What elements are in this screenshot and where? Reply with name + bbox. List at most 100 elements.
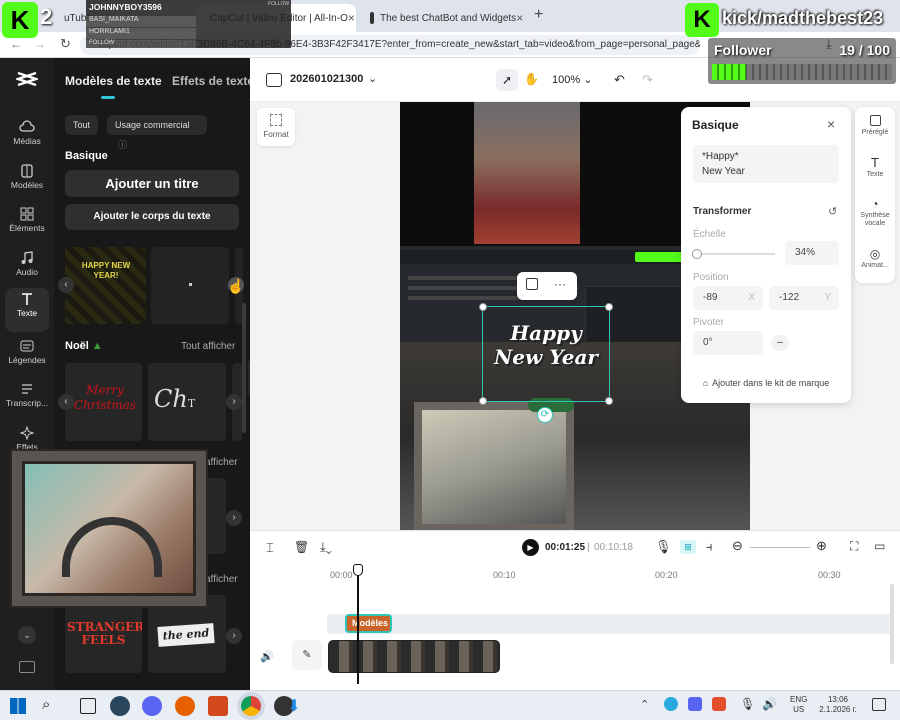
close-icon[interactable]: × [827, 116, 835, 132]
scroll-right-icon[interactable]: › [226, 510, 242, 526]
add-title-button[interactable]: Ajouter un titre [65, 170, 239, 197]
timeline-zoom-slider[interactable] [750, 547, 810, 548]
rotate-handle-icon[interactable]: ⟳ [537, 407, 553, 423]
chevron-down-icon[interactable]: ⌄ [368, 72, 377, 85]
tab-text-effects[interactable]: Effets de texte [172, 74, 254, 88]
cloud-save-icon[interactable] [266, 73, 282, 87]
template-thumb-merry-christmas[interactable]: Merry Christmas [65, 363, 142, 441]
filter-all-chip[interactable]: Tout [65, 115, 99, 135]
app-icon[interactable] [208, 696, 228, 716]
fullscreen-icon[interactable]: ⛶ [850, 539, 858, 554]
format-button[interactable]: Format [257, 108, 295, 146]
chrome-icon[interactable] [241, 696, 261, 716]
notification-icon[interactable] [872, 698, 886, 711]
task-view-icon[interactable] [80, 698, 96, 714]
template-thumb-the-end[interactable]: the end [148, 595, 226, 673]
track-volume-icon[interactable]: 🔊 [260, 650, 274, 663]
scroll-left-icon[interactable]: ‹ [58, 394, 74, 410]
scale-input[interactable]: 34% [785, 241, 839, 265]
close-tab-icon[interactable]: × [516, 11, 523, 25]
scroll-right-icon[interactable]: › [226, 628, 242, 644]
search-icon[interactable]: ⌕ [42, 696, 50, 713]
redo-icon[interactable]: ↷ [642, 72, 653, 88]
tray-microphone-icon[interactable]: 🎙 [740, 697, 755, 711]
rail-item-texte[interactable]: Texte [5, 288, 49, 332]
play-button[interactable]: ▶ [522, 539, 539, 556]
keyboard-icon[interactable] [19, 661, 35, 673]
side-tab-animation[interactable]: ◎ Animat... [855, 247, 895, 269]
template-thumb-script[interactable]: ChT [148, 363, 226, 441]
rotate-input[interactable]: 0° [693, 331, 763, 355]
reload-icon[interactable]: ↻ [60, 36, 71, 52]
zoom-in-icon[interactable]: ⊕ [816, 538, 827, 554]
tray-discord-icon[interactable] [688, 697, 702, 711]
language-indicator[interactable]: ENG US [790, 695, 807, 715]
hand-tool-icon[interactable]: ✋ [524, 72, 539, 86]
reset-icon[interactable]: ↺ [828, 205, 837, 218]
tray-overflow-icon[interactable]: ⌃ [640, 698, 649, 711]
template-thumb-stranger[interactable]: STRANGER FEELS [65, 595, 142, 673]
tray-app-icon[interactable] [664, 697, 678, 711]
text-selection-box[interactable]: Happy New Year [479, 303, 613, 405]
scale-slider-knob[interactable] [692, 249, 702, 259]
tab-text-templates[interactable]: Modèles de texte [65, 74, 162, 88]
tray-volume-icon[interactable]: 🔊 [762, 697, 777, 711]
pointer-tool-icon[interactable]: ➚ [496, 69, 518, 91]
text-clip[interactable]: Modèles [345, 614, 392, 633]
discord-icon[interactable] [142, 696, 162, 716]
windows-start-icon[interactable] [10, 698, 26, 714]
scroll-right-icon[interactable]: › [226, 394, 242, 410]
preview-monitor-icon[interactable]: ▭ [874, 539, 885, 553]
tab-chatbot[interactable]: The best ChatBot and Widgets × [362, 4, 528, 32]
download-menu-icon[interactable]: ⤓⌄ [320, 539, 332, 555]
split-scene-icon[interactable]: ⫞ [706, 539, 713, 555]
magnet-snap-icon[interactable]: ⊞ [680, 540, 696, 554]
position-y-input[interactable]: -122 Y [769, 286, 839, 310]
timeline-scrollbar[interactable] [890, 584, 894, 664]
collapse-rail-button[interactable]: ⌄ [18, 626, 36, 644]
add-to-brand-kit-button[interactable]: ⌂ Ajouter dans le kit de marque [693, 371, 839, 395]
position-x-input[interactable]: -89 X [693, 286, 763, 310]
rail-item-legendes[interactable]: Légendes [0, 335, 54, 377]
side-tab-voice[interactable]: ◔ Synthèse vocale [855, 197, 895, 228]
split-icon[interactable]: ⌶ [266, 540, 274, 556]
delete-icon[interactable]: 🗑 [294, 540, 309, 554]
forward-icon[interactable]: → [34, 37, 46, 51]
steam-icon[interactable] [110, 696, 130, 716]
download-arrow-icon[interactable]: ⬇ [284, 696, 304, 716]
template-thumb-blank[interactable] [151, 247, 229, 324]
close-tab-icon[interactable]: × [348, 11, 355, 25]
project-name[interactable]: 202601021300 [290, 73, 363, 85]
back-icon[interactable]: ← [10, 37, 22, 51]
side-tab-text[interactable]: T Texte [855, 155, 895, 178]
playhead[interactable] [353, 564, 363, 684]
rail-item-modeles[interactable]: Modèles [0, 160, 54, 202]
clock[interactable]: 13:06 2.1.2026 г. [816, 695, 860, 715]
firefox-icon[interactable] [175, 696, 195, 716]
text-content-field[interactable]: *Happy* New Year [693, 145, 839, 183]
scroll-left-icon[interactable]: ‹ [58, 277, 74, 293]
new-tab-button[interactable]: + [534, 6, 543, 24]
rotate-dial-icon[interactable]: – [771, 335, 789, 351]
rail-item-elements[interactable]: Éléments [0, 203, 54, 245]
canvas-text-happy-new-year[interactable]: Happy New Year [493, 321, 599, 369]
filter-commercial-chip[interactable]: Usage commercial ⓘ [107, 115, 207, 150]
template-thumb-happy-new-year[interactable]: HAPPY NEW YEAR! [65, 247, 146, 324]
zoom-out-icon[interactable]: ⊖ [732, 538, 743, 554]
panel-scrollbar[interactable] [242, 303, 246, 433]
zoom-select[interactable]: 100% ⌄ [552, 73, 592, 86]
see-all-link[interactable]: afficher [205, 574, 238, 585]
scale-slider[interactable] [692, 249, 775, 259]
undo-icon[interactable]: ↶ [614, 72, 625, 88]
add-body-text-button[interactable]: Ajouter le corps du texte [65, 204, 239, 230]
edit-cover-icon[interactable]: ✎ [292, 640, 322, 670]
rail-item-medias[interactable]: Médias [0, 116, 54, 158]
duplicate-icon[interactable] [526, 278, 538, 290]
side-tab-presets[interactable]: Préréglé [855, 115, 895, 136]
see-all-noel-link[interactable]: Tout afficher [181, 341, 235, 352]
tray-app-icon[interactable] [712, 697, 726, 711]
microphone-icon[interactable]: 🎙 [655, 539, 672, 555]
rail-item-transcription[interactable]: Transcrip... [0, 378, 54, 420]
more-options-icon[interactable]: ··· [554, 277, 566, 291]
video-clip[interactable] [328, 640, 500, 673]
